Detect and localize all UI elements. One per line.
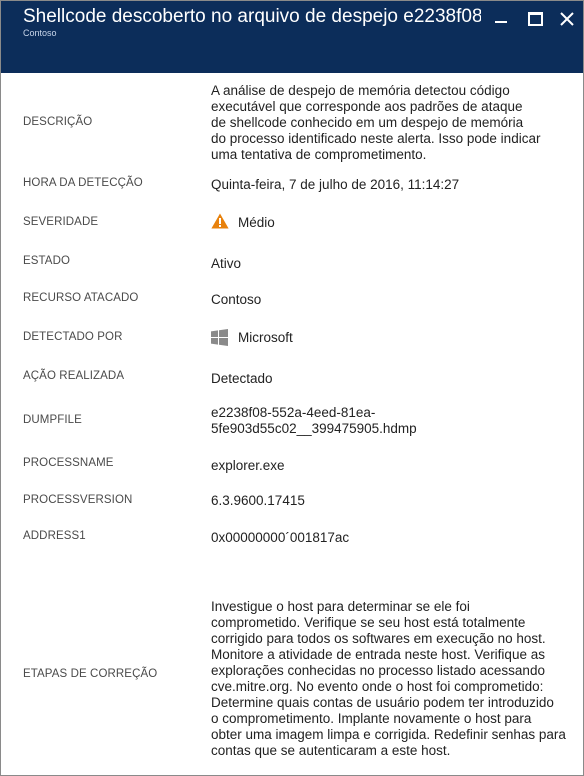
text-line: uma tentativa de comprometimento.: [211, 147, 427, 162]
blade-subtitle: Contoso: [23, 28, 57, 38]
field-label-severidade: SEVERIDADE: [23, 216, 99, 228]
text-line: 5fe903d55c02__399475905.hdmp: [211, 421, 417, 436]
field-value-processversion: 6.3.9600.17415: [211, 493, 305, 508]
text-line: A análise de despejo de memória detectou…: [211, 83, 510, 98]
text-line: executável que corresponde aos padrões d…: [211, 99, 523, 114]
text-line: cve.mitre.org. No evento onde o host foi…: [211, 679, 544, 694]
minimize-button[interactable]: [491, 8, 511, 28]
field-label-dumpfile: DUMPFILE: [23, 414, 82, 426]
field-label-descricao: DESCRIÇÃO: [23, 116, 93, 128]
text-line: contas que se autenticaram a este host.: [211, 743, 451, 758]
field-value-recurso: Contoso: [211, 292, 262, 307]
text-line: o comprometimento. Implante novamente o …: [211, 711, 532, 726]
text-line: Determine quais contas de usuário podem …: [211, 695, 554, 710]
close-button[interactable]: [557, 8, 577, 28]
field-label-processversion: PROCESSVERSION: [23, 494, 133, 506]
field-label-detectado: DETECTADO POR: [23, 331, 123, 343]
field-value-processname: explorer.exe: [211, 458, 285, 473]
text-line: comprometido. Verifique se seu host está…: [211, 615, 526, 630]
maximize-button[interactable]: [525, 8, 545, 28]
field-label-recurso: RECURSO ATACADO: [23, 292, 139, 304]
blade-header: Shellcode descoberto no arquivo de despe…: [1, 1, 583, 73]
field-label-estado: ESTADO: [23, 255, 71, 267]
close-icon: [560, 12, 574, 26]
blade-title: Shellcode descoberto no arquivo de despe…: [23, 6, 481, 27]
alert-details-blade: Shellcode descoberto no arquivo de despe…: [0, 0, 584, 776]
text-line: de shellcode conhecido em um despejo de …: [211, 115, 524, 130]
text-line: explorações conhecidas no processo lista…: [211, 663, 545, 678]
field-label-hora: HORA DA DETECÇÃO: [23, 177, 143, 189]
field-label-etapas: ETAPAS DE CORREÇÃO: [23, 668, 158, 680]
windows-logo-icon: [211, 329, 228, 346]
text-line: do processo identificado neste alerta. I…: [211, 131, 541, 146]
text-line: e2238f08-552a-4eed-81ea-: [211, 405, 376, 420]
field-value-dumpfile: e2238f08-552a-4eed-81ea- 5fe903d55c02__3…: [211, 405, 566, 437]
field-label-acao: AÇÃO REALIZADA: [23, 370, 125, 382]
text-line: obter uma imagem limpa e corrigida. Rede…: [211, 727, 566, 742]
field-value-estado: Ativo: [211, 256, 242, 271]
field-value-etapas: Investigue o host para determinar se ele…: [211, 599, 566, 759]
text-line: Monitore a atividade de entrada neste ho…: [211, 647, 545, 662]
field-value-severidade: Médio: [238, 215, 275, 230]
text-line: Investigue o host para determinar se ele…: [211, 599, 470, 614]
field-value-detectado: Microsoft: [238, 330, 293, 345]
warning-icon: [211, 213, 229, 229]
field-value-acao: Detectado: [211, 371, 273, 386]
field-label-processname: PROCESSNAME: [23, 457, 114, 469]
field-value-descricao: A análise de despejo de memória detectou…: [211, 83, 566, 163]
field-label-address1: ADDRESS1: [23, 530, 86, 542]
text-line: corrigido para todos os softwares em exe…: [211, 631, 546, 646]
field-value-hora: Quinta-feira, 7 de julho de 2016, 11:14:…: [211, 177, 460, 192]
field-value-address1: 0x00000000´001817ac: [211, 530, 350, 545]
